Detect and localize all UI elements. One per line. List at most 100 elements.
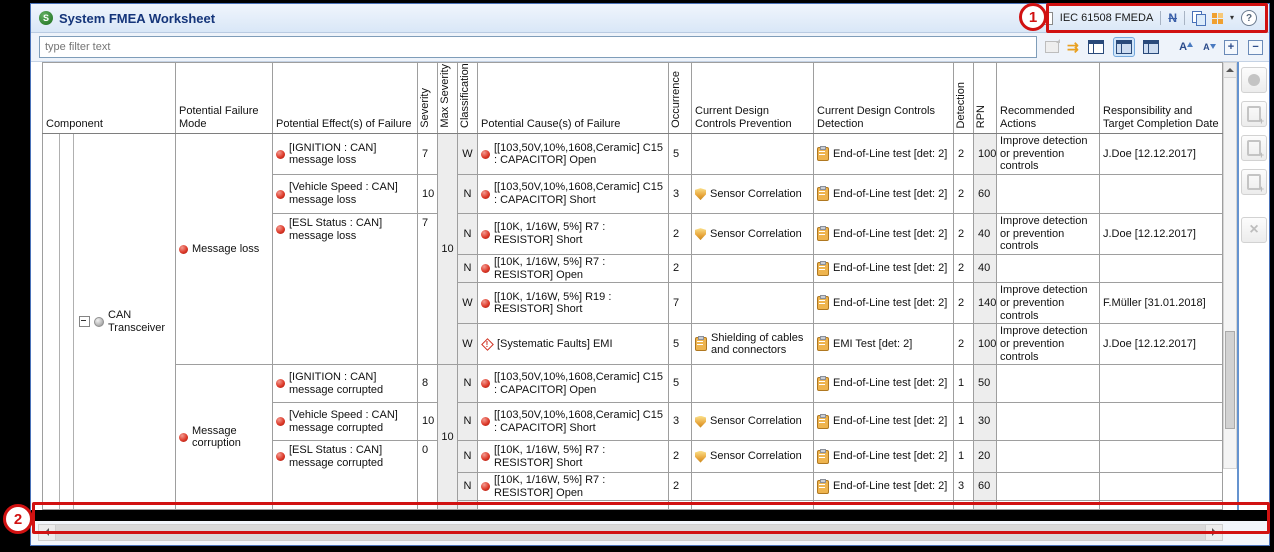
consistency-check-button[interactable] <box>1241 67 1267 93</box>
classification-cell[interactable]: W <box>458 283 478 324</box>
classification-cell[interactable]: N <box>458 403 478 441</box>
vertical-scrollbar[interactable] <box>1223 62 1237 469</box>
detection-cell[interactable]: 2 <box>954 283 974 324</box>
action-cell[interactable] <box>997 175 1100 214</box>
cause-cell[interactable]: [[10K, 1/16W, 5%] R19 : RESISTOR] Short <box>478 283 669 324</box>
prevention-cell[interactable]: Sensor Correlation <box>692 175 814 214</box>
detection-cell[interactable]: 1 <box>954 365 974 403</box>
font-decrease-icon[interactable]: A <box>1203 42 1210 52</box>
effect-cell[interactable]: [Vehicle Speed : CAN] message loss <box>273 175 418 214</box>
detection-cell[interactable]: 1 <box>954 403 974 441</box>
col-header-effect[interactable]: Potential Effect(s) of Failure <box>273 63 418 134</box>
col-header-severity[interactable]: Severity <box>418 63 438 134</box>
action-cell[interactable] <box>997 365 1100 403</box>
cause-cell[interactable]: [[10K, 1/16W, 5%] R7 : RESISTOR] Short <box>478 441 669 473</box>
detection-control-cell[interactable]: End-of-Line test [det: 2] <box>814 365 954 403</box>
responsibility-cell[interactable] <box>1100 473 1223 501</box>
severity-cell[interactable]: 8 <box>418 365 438 403</box>
copy-action-button[interactable] <box>1241 169 1267 195</box>
col-header-failure-mode[interactable]: Potential Failure Mode <box>176 63 273 134</box>
cause-cell[interactable]: [[103,50V,10%,1608,Ceramic] C15 : CAPACI… <box>478 403 669 441</box>
col-header-prevention[interactable]: Current Design Controls Prevention <box>692 63 814 134</box>
prevention-cell[interactable] <box>692 283 814 324</box>
prevention-cell[interactable]: Sensor Correlation <box>692 214 814 255</box>
classification-cell[interactable]: W <box>458 324 478 365</box>
action-cell[interactable] <box>997 441 1100 473</box>
col-header-recommended-actions[interactable]: Recommended Actions <box>997 63 1100 134</box>
prevention-cell[interactable] <box>692 473 814 501</box>
detection-cell[interactable]: 2 <box>954 175 974 214</box>
col-header-max-severity[interactable]: Max Severity <box>438 63 458 134</box>
table-view-1-button[interactable] <box>1087 38 1106 56</box>
effect-cell[interactable]: [IGNITION : CAN] message loss <box>273 134 418 175</box>
prevention-cell[interactable] <box>692 365 814 403</box>
rpn-cell[interactable]: 30 <box>974 403 997 441</box>
detection-control-cell[interactable]: End-of-Line test [det: 2] <box>814 283 954 324</box>
detection-control-cell[interactable]: End-of-Line test [det: 2] <box>814 403 954 441</box>
effect-cell[interactable]: [IGNITION : CAN] message corrupted <box>273 365 418 403</box>
rpn-cell[interactable]: 60 <box>974 473 997 501</box>
action-cell[interactable]: Improve detection or prevention controls <box>997 214 1100 255</box>
severity-cell[interactable]: 10 <box>418 403 438 441</box>
classification-cell[interactable]: N <box>458 441 478 473</box>
cause-cell[interactable]: [[103,50V,10%,1608,Ceramic] C15 : CAPACI… <box>478 365 669 403</box>
occurrence-cell[interactable]: 2 <box>669 473 692 501</box>
action-cell[interactable] <box>997 255 1100 283</box>
detection-control-cell[interactable]: End-of-Line test [det: 2] <box>814 134 954 175</box>
occurrence-cell[interactable]: 2 <box>669 255 692 283</box>
responsibility-cell[interactable]: F.Müller [31.01.2018] <box>1100 283 1223 324</box>
failure-mode-cell[interactable]: Message loss <box>176 134 273 365</box>
prevention-cell[interactable]: Shielding of cables and connectors <box>692 324 814 365</box>
prevention-cell[interactable] <box>692 255 814 283</box>
responsibility-cell[interactable] <box>1100 441 1223 473</box>
paste-action-button[interactable] <box>1241 135 1267 161</box>
occurrence-cell[interactable]: 2 <box>669 214 692 255</box>
col-header-detection[interactable]: Detection <box>954 63 974 134</box>
occurrence-cell[interactable]: 3 <box>669 175 692 214</box>
col-header-rpn[interactable]: RPN <box>974 63 997 134</box>
font-increase-icon[interactable]: A <box>1179 41 1187 53</box>
col-header-classification[interactable]: Classification <box>458 63 478 134</box>
filter-input[interactable] <box>39 36 1037 58</box>
table-view-2-button[interactable] <box>1114 38 1133 56</box>
occurrence-cell[interactable]: 7 <box>669 283 692 324</box>
sync-selection-icon[interactable]: ⇉ <box>1067 40 1079 54</box>
detach-view-icon[interactable] <box>1045 41 1059 53</box>
col-header-cause[interactable]: Potential Cause(s) of Failure <box>478 63 669 134</box>
rpn-cell[interactable]: 40 <box>974 255 997 283</box>
cause-cell[interactable]: [[10K, 1/16W, 5%] R7 : RESISTOR] Open <box>478 473 669 501</box>
action-cell[interactable]: Improve detection or prevention controls <box>997 283 1100 324</box>
detection-cell[interactable]: 2 <box>954 214 974 255</box>
cause-cell[interactable]: [[10K, 1/16W, 5%] R7 : RESISTOR] Open <box>478 255 669 283</box>
effect-cell[interactable]: [ESL Status : CAN] message corrupted <box>273 441 418 510</box>
detection-control-cell[interactable]: End-of-Line test [det: 2] <box>814 255 954 283</box>
scroll-up-icon[interactable] <box>1224 63 1236 78</box>
rpn-cell[interactable]: 20 <box>974 441 997 473</box>
cause-cell[interactable]: ![Systematic Faults] EMI <box>478 324 669 365</box>
severity-cell[interactable]: 7 <box>418 214 438 365</box>
responsibility-cell[interactable] <box>1100 403 1223 441</box>
occurrence-cell[interactable]: 5 <box>669 365 692 403</box>
responsibility-cell[interactable] <box>1100 175 1223 214</box>
vertical-scrollbar-thumb[interactable] <box>1225 331 1235 429</box>
severity-cell[interactable]: 10 <box>418 175 438 214</box>
detection-control-cell[interactable]: End-of-Line test [det: 2] <box>814 473 954 501</box>
occurrence-cell[interactable]: 5 <box>669 324 692 365</box>
prevention-cell[interactable] <box>692 134 814 175</box>
severity-cell[interactable]: 0 <box>418 441 438 510</box>
cause-cell[interactable]: [[103,50V,10%,1608,Ceramic] C15 : CAPACI… <box>478 134 669 175</box>
detection-control-cell[interactable]: EMI Test [det: 2] <box>814 324 954 365</box>
classification-cell[interactable]: N <box>458 473 478 501</box>
responsibility-cell[interactable] <box>1100 365 1223 403</box>
col-header-detection-controls[interactable]: Current Design Controls Detection <box>814 63 954 134</box>
detection-cell[interactable]: 3 <box>954 473 974 501</box>
failure-mode-cell[interactable]: Message corruption <box>176 365 273 510</box>
responsibility-cell[interactable]: J.Doe [12.12.2017] <box>1100 324 1223 365</box>
detection-cell[interactable]: 2 <box>954 324 974 365</box>
tree-collapse-icon[interactable] <box>79 316 90 327</box>
detection-control-cell[interactable]: End-of-Line test [det: 2] <box>814 441 954 473</box>
detection-cell[interactable]: 1 <box>954 441 974 473</box>
delete-button[interactable]: × <box>1241 217 1267 243</box>
classification-cell[interactable]: N <box>458 214 478 255</box>
occurrence-cell[interactable]: 5 <box>669 134 692 175</box>
